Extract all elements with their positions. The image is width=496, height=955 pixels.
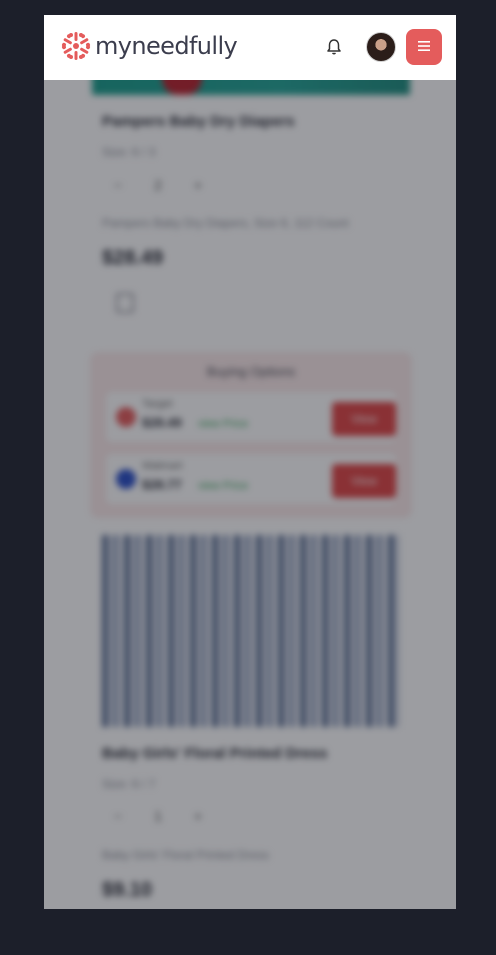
bell-icon[interactable] xyxy=(326,38,342,56)
logo[interactable]: myneedfully xyxy=(60,30,238,62)
snowflake-logo-icon xyxy=(60,30,92,62)
user-avatar[interactable] xyxy=(366,32,396,62)
top-header: myneedfully xyxy=(44,15,456,80)
app-page: myneedfully Pampers Baby Dry Diapers Siz… xyxy=(44,15,456,909)
hamburger-menu-icon xyxy=(418,38,430,56)
hamburger-menu-button[interactable] xyxy=(406,29,442,65)
logo-text: myneedfully xyxy=(95,32,238,60)
modal-overlay[interactable] xyxy=(44,80,456,909)
